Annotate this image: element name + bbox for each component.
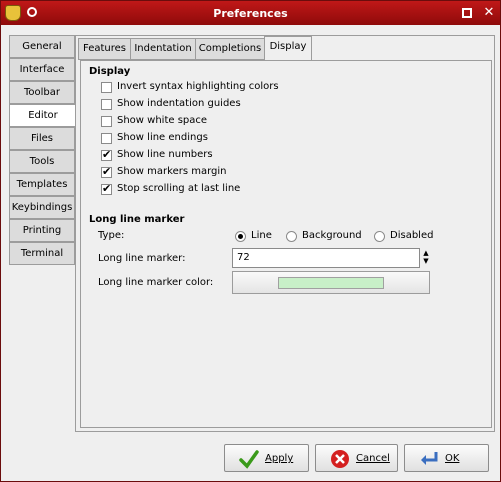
line-numbers-checkbox[interactable]	[101, 148, 112, 161]
white-space-label: Show white space	[117, 115, 208, 126]
type-background-label: Background	[302, 230, 362, 241]
tab-features[interactable]: Features	[78, 38, 131, 60]
invert-colors-label: Invert syntax highlighting colors	[117, 81, 279, 92]
close-icon[interactable]: ✕	[482, 6, 496, 20]
tab-tools[interactable]: Tools	[9, 150, 75, 173]
cancel-button[interactable]: Cancel	[315, 444, 398, 472]
enter-arrow-icon	[421, 452, 438, 465]
type-disabled-label: Disabled	[390, 230, 434, 241]
tab-keybindings[interactable]: Keybindings	[9, 196, 75, 219]
white-space-checkbox[interactable]	[101, 116, 112, 127]
spin-arrows[interactable]: ▲ ▼	[421, 249, 431, 267]
tab-printing[interactable]: Printing	[9, 219, 75, 242]
stop-scrolling-checkbox[interactable]	[101, 182, 112, 195]
preferences-window: Preferences ✕ General Interface Toolbar …	[0, 0, 501, 482]
marker-color-label: Long line marker color:	[98, 277, 214, 288]
tab-indentation[interactable]: Indentation	[130, 38, 196, 60]
stop-scrolling-label: Stop scrolling at last line	[117, 183, 241, 194]
tab-editor[interactable]: Editor	[9, 104, 77, 127]
spin-up-icon[interactable]: ▲	[421, 249, 431, 257]
markers-margin-label: Show markers margin	[117, 166, 227, 177]
apply-button[interactable]: Apply	[224, 444, 309, 472]
tab-files[interactable]: Files	[9, 127, 75, 150]
spin-down-icon[interactable]: ▼	[421, 257, 431, 265]
invert-colors-checkbox[interactable]	[101, 82, 112, 93]
apply-label: Apply	[265, 453, 294, 464]
tab-general[interactable]: General	[9, 35, 75, 58]
type-line-radio[interactable]	[235, 231, 246, 242]
ok-button[interactable]: OK	[404, 444, 489, 472]
tab-toolbar[interactable]: Toolbar	[9, 81, 75, 104]
type-background-radio[interactable]	[286, 231, 297, 242]
title-bar[interactable]: Preferences ✕	[1, 1, 500, 25]
checkmark-icon	[239, 450, 259, 469]
tab-templates[interactable]: Templates	[9, 173, 75, 196]
line-numbers-label: Show line numbers	[117, 149, 213, 160]
ok-label: OK	[445, 453, 460, 464]
indentation-guides-checkbox[interactable]	[101, 99, 112, 110]
tab-display[interactable]: Display	[264, 36, 312, 61]
tab-completions[interactable]: Completions	[195, 38, 265, 60]
long-line-marker-label: Long line marker:	[98, 253, 186, 264]
tab-interface[interactable]: Interface	[9, 58, 75, 81]
cancel-label: Cancel	[356, 453, 390, 464]
markers-margin-checkbox[interactable]	[101, 165, 112, 178]
display-heading: Display	[89, 66, 131, 77]
tab-terminal[interactable]: Terminal	[9, 242, 75, 265]
marker-color-button[interactable]	[232, 271, 430, 294]
window-title: Preferences	[213, 7, 288, 20]
type-label: Type:	[98, 230, 125, 241]
color-swatch	[278, 277, 384, 289]
line-endings-checkbox[interactable]	[101, 133, 112, 144]
indentation-guides-label: Show indentation guides	[117, 98, 241, 109]
cancel-icon	[331, 450, 349, 468]
maximize-icon[interactable]	[460, 6, 474, 20]
type-line-label: Line	[251, 230, 272, 241]
long-line-heading: Long line marker	[89, 214, 185, 225]
type-disabled-radio[interactable]	[374, 231, 385, 242]
line-endings-label: Show line endings	[117, 132, 208, 143]
long-line-marker-input[interactable]: 72	[232, 248, 420, 268]
